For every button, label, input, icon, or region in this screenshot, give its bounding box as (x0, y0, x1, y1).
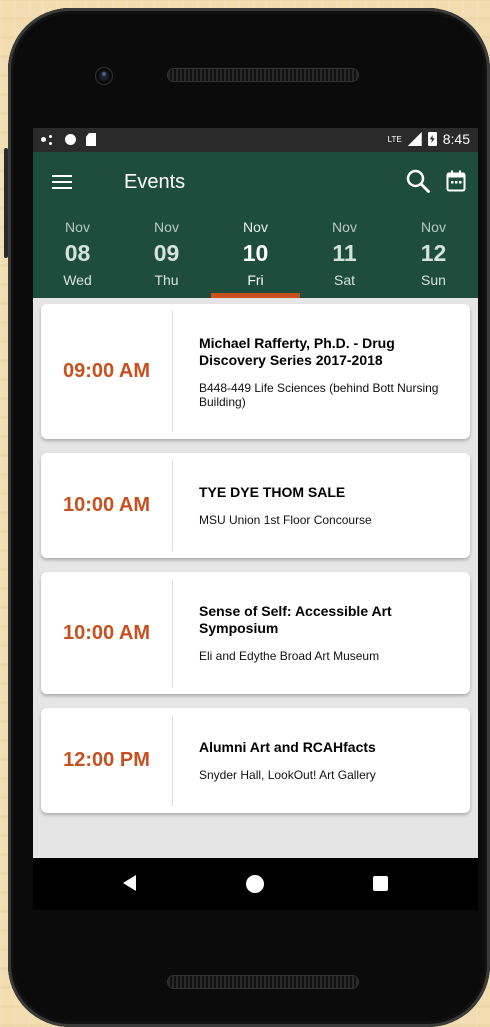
event-location: Snyder Hall, LookOut! Art Gallery (199, 768, 376, 782)
date-tab-day: 09 (153, 240, 180, 266)
date-tab[interactable]: Nov 08 Wed (33, 214, 122, 298)
event-time: 10:00 AM (62, 494, 151, 516)
notification-dots-icon (41, 134, 55, 146)
status-bar: LTE 8:45 (33, 128, 478, 152)
event-title: Michael Rafferty, Ph.D. - Drug Discovery… (199, 334, 395, 368)
event-title: Sense of Self: Accessible Art Symposium (199, 603, 392, 636)
event-card[interactable]: 10:00 AM TYE DYE THOM SALE MSU Union 1st… (41, 453, 470, 558)
circle-notification-icon (65, 134, 76, 145)
system-nav-bar (33, 858, 478, 910)
sd-card-icon (86, 133, 96, 146)
event-time: 09:00 AM (62, 360, 151, 382)
event-location: MSU Union 1st Floor Concourse (199, 513, 372, 527)
battery-charging-icon (427, 132, 437, 146)
network-type: LTE (387, 134, 402, 144)
date-tab-weekday: Sun (421, 272, 446, 288)
date-tab-month: Nov (332, 219, 357, 235)
date-tab-month: Nov (243, 219, 268, 235)
date-tab-weekday: Wed (63, 272, 92, 288)
date-tab[interactable]: Nov 11 Sat (300, 214, 389, 298)
date-tab-month: Nov (154, 219, 179, 235)
event-location: Eli and Edythe Broad Art Museum (199, 649, 380, 663)
date-tab-weekday: Sat (333, 272, 355, 288)
event-title: Alumni Art and RCAHfacts (199, 739, 376, 755)
bottom-speaker (168, 976, 358, 988)
app-screen: LTE 8:45 Events Nov 08 Wed Nov 09 Thu No… (33, 128, 478, 858)
recents-icon[interactable] (373, 876, 388, 891)
signal-icon (407, 132, 422, 146)
date-tab-weekday: Fri (247, 272, 264, 288)
top-speaker (168, 69, 358, 81)
date-strip: Nov 08 Wed Nov 09 Thu Nov 10 Fri Nov 11 … (33, 214, 478, 298)
event-time: 10:00 AM (62, 621, 151, 644)
front-camera (96, 68, 112, 84)
back-icon[interactable] (123, 875, 136, 891)
event-card[interactable]: 12:00 PM Alumni Art and RCAHfacts Snyder… (41, 708, 470, 813)
event-title: TYE DYE THOM SALE (199, 484, 346, 500)
page-title: Events (124, 171, 186, 193)
event-time: 12:00 PM (63, 749, 150, 771)
menu-icon[interactable] (52, 174, 72, 190)
status-time: 8:45 (442, 131, 470, 147)
date-tab-month: Nov (421, 219, 446, 235)
event-card[interactable]: 09:00 AM Michael Rafferty, Ph.D. - Drug … (41, 304, 470, 439)
event-location: B448-449 Life Sciences (behind Bott Nurs… (199, 380, 439, 409)
date-tab[interactable]: Nov 12 Sun (389, 214, 478, 298)
date-tab-month: Nov (65, 219, 90, 235)
home-icon[interactable] (246, 875, 264, 893)
calendar-icon[interactable] (446, 170, 466, 192)
app-bar: Events (33, 152, 478, 214)
side-button (4, 148, 8, 258)
date-tab-weekday: Thu (154, 272, 179, 288)
date-tab-selected[interactable]: Nov 10 Fri (211, 214, 300, 298)
event-card[interactable]: 10:00 AM Sense of Self: Accessible Art S… (41, 572, 470, 694)
date-tab-day: 11 (332, 240, 357, 266)
date-tab-day: 08 (64, 240, 91, 266)
search-icon[interactable] (405, 168, 431, 194)
date-tab[interactable]: Nov 09 Thu (122, 214, 211, 298)
date-tab-day: 12 (420, 240, 447, 266)
event-list: 09:00 AM Michael Rafferty, Ph.D. - Drug … (33, 298, 478, 813)
date-tab-day: 10 (242, 240, 269, 266)
